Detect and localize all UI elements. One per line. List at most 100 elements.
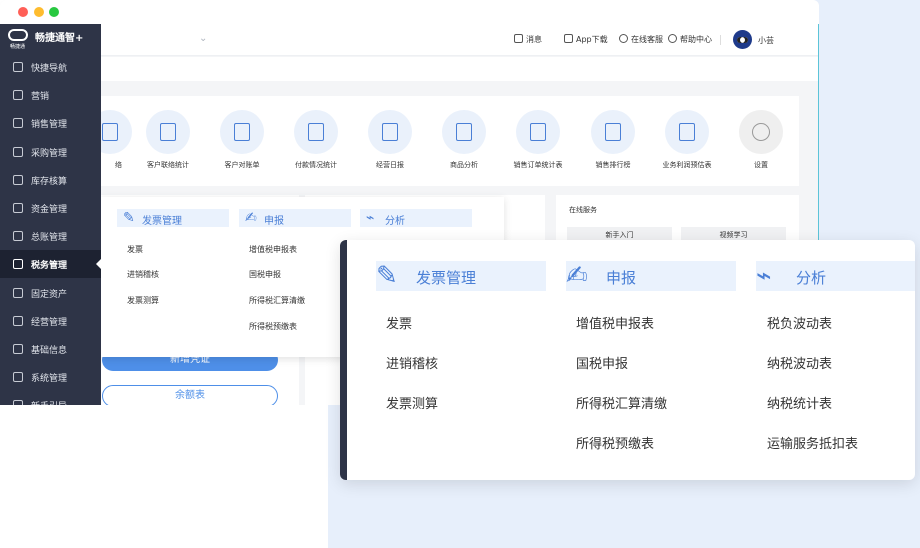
feature-shortcut[interactable]: 客户联络统计 — [128, 110, 208, 170]
chart-line-icon — [442, 110, 486, 154]
menu-group-header: ✎ 发票管理 — [376, 261, 546, 291]
sidebar-item[interactable]: 营销 — [0, 81, 101, 109]
menu-group-header: ⌁ 分析 — [756, 261, 915, 291]
payment-stats-icon — [294, 110, 338, 154]
menu-item[interactable]: 增值税申报表 — [249, 244, 297, 255]
asset-icon — [13, 287, 23, 298]
order-stats-icon — [516, 110, 560, 154]
sidebar-item-label: 销售管理 — [31, 120, 68, 131]
sidebar-item-label: 营销 — [31, 92, 50, 103]
feature-label: 业务利润预估表 — [662, 161, 712, 169]
chevron-down-icon[interactable]: ⌄ — [199, 33, 207, 44]
support-link[interactable]: 在线客服 — [619, 34, 663, 45]
sidebar-item-label: 固定资产 — [31, 289, 68, 300]
menu-item[interactable]: 税负波动表 — [767, 313, 832, 332]
menu-group-header: ✎ 发票管理 — [117, 209, 229, 227]
sidebar-item[interactable]: 税务管理 — [0, 250, 101, 279]
profit-icon — [665, 110, 709, 154]
sidebar-item[interactable]: 快捷导航 — [0, 53, 101, 81]
money-bag-icon — [13, 203, 23, 213]
maximize-window-button[interactable] — [49, 7, 59, 17]
feature-shortcut[interactable]: 销售订单统计表 — [498, 110, 578, 170]
menu-item[interactable]: 进销稽核 — [386, 353, 438, 372]
question-icon — [668, 34, 677, 43]
sidebar-item-label: 系统管理 — [31, 374, 68, 385]
menu-item[interactable]: 所得税汇算清缴 — [249, 295, 305, 306]
menu-item[interactable]: 国税申报 — [576, 353, 628, 372]
invoice-icon: ✎ — [376, 261, 398, 291]
feature-shortcuts: 络客户联络统计 客户对账单 付款情况统计 经营日报 商品分析 销售订单统计表 销售排行榜 业务… — [88, 96, 801, 186]
minimize-window-button[interactable] — [34, 7, 44, 17]
menu-item[interactable]: 所得税预缴表 — [249, 321, 297, 332]
sidebar-item[interactable]: 库存核算 — [0, 166, 101, 194]
menu-item[interactable]: 运输服务抵扣表 — [767, 433, 858, 452]
compass-icon — [13, 62, 23, 72]
messages-label: 消息 — [526, 35, 542, 44]
feature-shortcut[interactable]: 商品分析 — [424, 110, 504, 170]
clipboard-icon — [13, 315, 23, 326]
close-window-button[interactable] — [18, 7, 28, 17]
feature-shortcut[interactable]: 销售排行榜 — [573, 110, 653, 170]
sidebar-item-label: 采购管理 — [31, 148, 68, 159]
tag-icon — [13, 118, 23, 129]
menu-item[interactable]: 发票 — [127, 244, 143, 255]
group-title: 分析 — [385, 216, 405, 227]
feature-shortcut[interactable]: 经营日报 — [350, 110, 430, 170]
menu-item[interactable]: 纳税统计表 — [767, 393, 832, 412]
group-title: 申报 — [264, 216, 284, 227]
bag-icon — [13, 146, 23, 157]
menu-item[interactable]: 发票 — [386, 313, 412, 332]
menu-item[interactable]: 发票测算 — [127, 295, 159, 306]
feature-shortcut[interactable]: 业务利润预估表 — [647, 110, 727, 170]
feature-shortcut[interactable]: 客户对账单 — [202, 110, 282, 170]
stage: ⌄ 消息 App下载 在线客服 帮助中心 小芸 络客户联络统计 客户对账单 付款情况… — [0, 0, 920, 548]
menu-item[interactable]: 国税申报 — [249, 269, 281, 280]
ledger-icon — [13, 231, 23, 242]
menu-group-header: ✍ 申报 — [239, 209, 351, 227]
sidebar-item[interactable]: 经营管理 — [0, 307, 101, 335]
contact-stats-icon — [146, 110, 190, 154]
sidebar-item[interactable]: 总账管理 — [0, 222, 101, 250]
gear-icon — [739, 110, 783, 154]
message-icon — [514, 34, 523, 43]
title-bar — [0, 0, 819, 24]
menu-group-header: ⌁ 分析 — [360, 209, 472, 227]
headset-icon — [619, 34, 628, 43]
avatar[interactable] — [733, 30, 752, 49]
messages-link[interactable]: 消息 — [514, 34, 542, 45]
menu-item[interactable]: 增值税申报表 — [576, 313, 654, 332]
feature-label: 客户联络统计 — [147, 161, 189, 169]
menu-item[interactable]: 纳税波动表 — [767, 353, 832, 372]
top-bar: ⌄ 消息 App下载 在线客服 帮助中心 — [0, 24, 819, 56]
sidebar-item[interactable]: 销售管理 — [0, 109, 101, 137]
sidebar-item-label: 基础信息 — [31, 346, 68, 356]
balance-table-button[interactable]: 余额表 — [102, 385, 278, 405]
sidebar-item[interactable]: 资金管理 — [0, 194, 101, 222]
username[interactable]: 小芸 — [758, 35, 774, 46]
feature-label: 商品分析 — [450, 161, 478, 169]
help-link[interactable]: 帮助中心 — [668, 34, 712, 45]
app-download-link[interactable]: App下载 — [564, 34, 608, 45]
sidebar-item[interactable]: 新手引导 — [0, 391, 101, 405]
info-card-icon — [13, 344, 23, 354]
menu-item[interactable]: 进销稽核 — [127, 269, 159, 280]
guide-icon — [13, 400, 23, 405]
tax-icon — [13, 259, 23, 270]
feature-shortcut[interactable]: 付款情况统计 — [276, 110, 356, 170]
menu-item[interactable]: 所得税汇算清缴 — [576, 393, 667, 412]
app-download-label: App下载 — [576, 35, 608, 44]
menu-item[interactable]: 发票测算 — [386, 393, 438, 412]
sidebar-item[interactable]: 采购管理 — [0, 138, 101, 166]
menu-item[interactable]: 所得税预缴表 — [576, 433, 654, 452]
sidebar-item[interactable]: 固定资产 — [0, 279, 101, 307]
feature-label: 付款情况统计 — [295, 161, 337, 169]
help-label: 帮助中心 — [680, 35, 712, 44]
statement-icon — [220, 110, 264, 154]
feature-shortcut[interactable]: 设置 — [721, 110, 801, 170]
ranking-icon — [591, 110, 635, 154]
divider — [720, 35, 721, 45]
sidebar-item-label: 经营管理 — [31, 317, 68, 328]
sidebar-item[interactable]: 基础信息 — [0, 335, 101, 363]
sidebar-item[interactable]: 系统管理 — [0, 363, 101, 391]
tab-bar — [0, 57, 819, 81]
